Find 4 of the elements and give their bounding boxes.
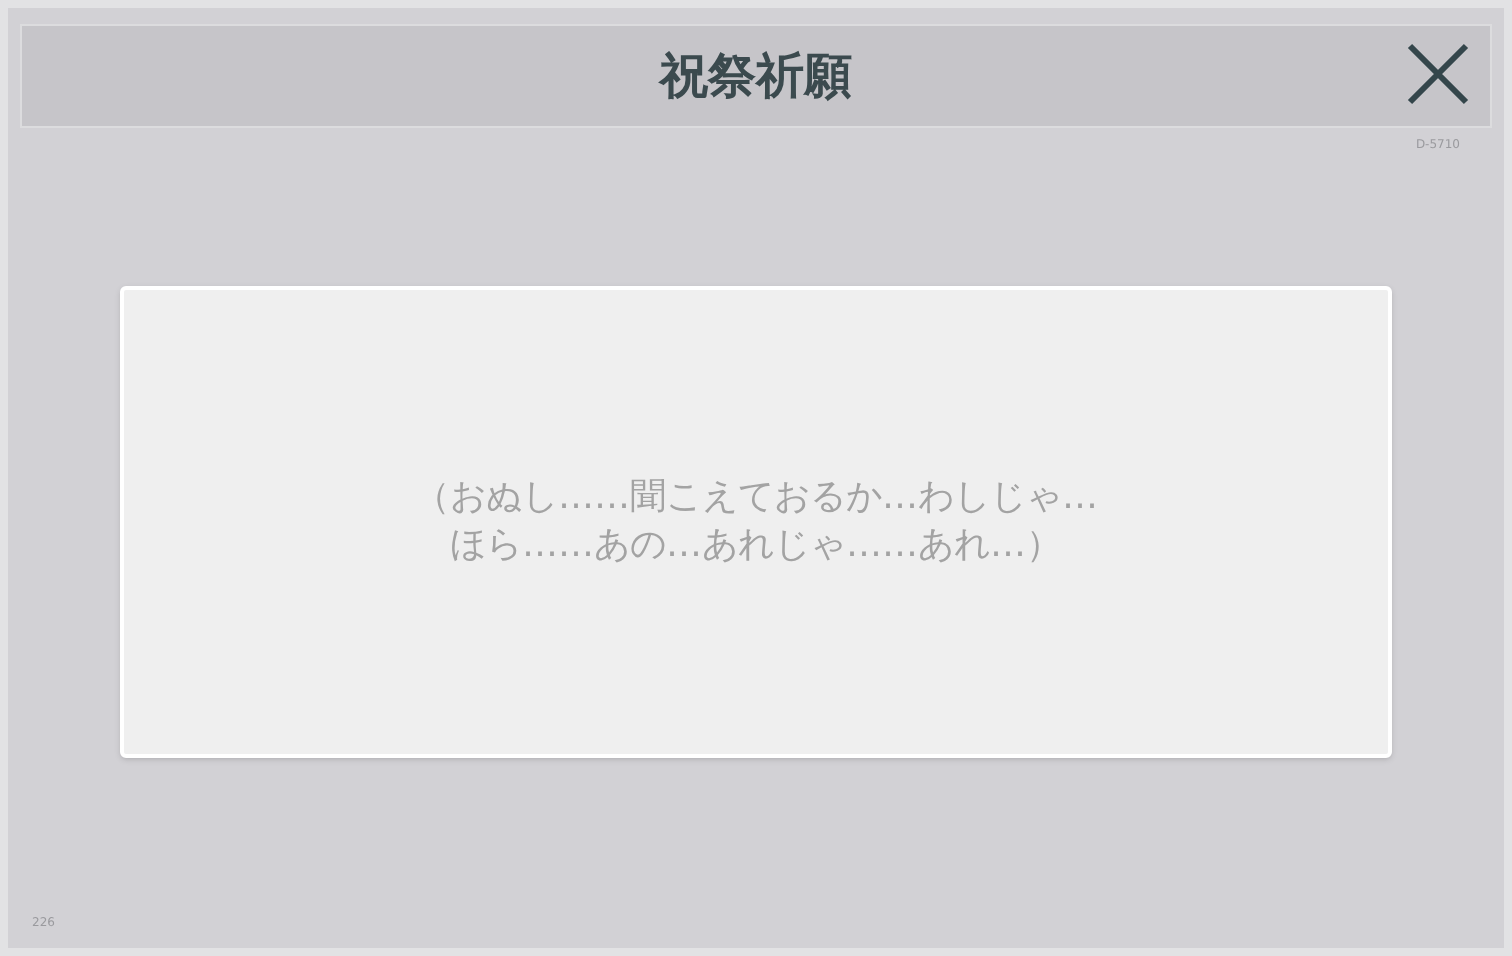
- close-icon: [1406, 42, 1470, 106]
- message-text: （おぬし……聞こえておるか…わしじゃ… ほら……あの…あれじゃ……あれ…）: [414, 474, 1098, 570]
- dialog-title: 祝祭祈願: [660, 46, 852, 108]
- close-button[interactable]: [1402, 38, 1474, 110]
